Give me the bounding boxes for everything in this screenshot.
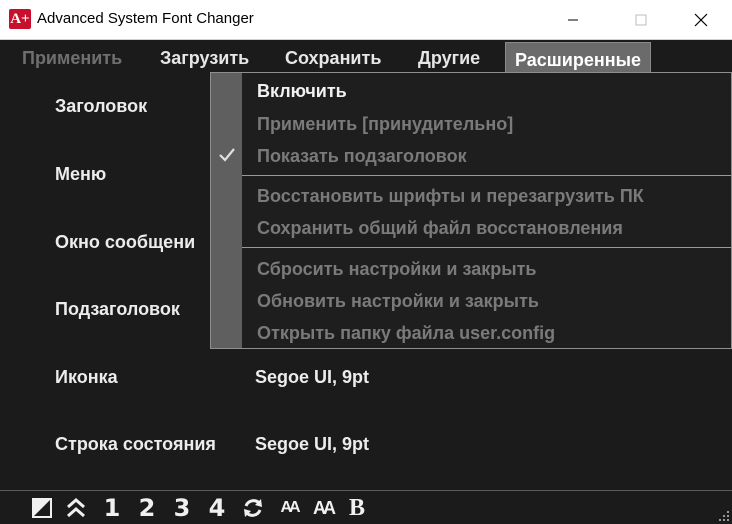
- window-title: Advanced System Font Changer: [37, 10, 254, 27]
- close-button[interactable]: [678, 0, 724, 39]
- menu-other[interactable]: Другие: [418, 40, 480, 72]
- refresh-icon[interactable]: [240, 495, 266, 521]
- dropdown-item-reset-close[interactable]: Сбросить настройки и закрыть: [257, 259, 536, 280]
- preset-4-button[interactable]: 4: [205, 494, 229, 522]
- menu-load[interactable]: Загрузить: [160, 40, 249, 72]
- row-label-message: Окно сообщени: [55, 232, 196, 252]
- dropdown-item-show-subtitle[interactable]: Показать подзаголовок: [257, 146, 467, 167]
- close-icon: [694, 13, 708, 26]
- row-value-icon[interactable]: Segoe UI, 9pt: [255, 367, 369, 388]
- preset-3-button[interactable]: 3: [170, 494, 194, 522]
- row-value-statusbar[interactable]: Segoe UI, 9pt: [255, 434, 369, 455]
- dropdown-separator: [242, 247, 731, 248]
- row-label-menu: Меню: [55, 164, 107, 184]
- app-icon: A+: [9, 9, 31, 29]
- maximize-icon: [635, 14, 647, 25]
- dropdown-gutter: [211, 73, 242, 348]
- dropdown-item-enable[interactable]: Включить: [257, 81, 347, 102]
- dropdown-separator: [242, 175, 731, 176]
- menu-advanced[interactable]: Расширенные: [505, 42, 651, 73]
- checkmark-icon: [219, 148, 235, 162]
- status-bar: 1 2 3 4 AA AA B: [0, 490, 732, 524]
- theme-toggle-icon[interactable]: [31, 495, 53, 521]
- row-label-title: Заголовок: [55, 96, 148, 116]
- dropdown-item-open-config-folder[interactable]: Открыть папку файла user.config: [257, 323, 555, 344]
- font-size-large-icon[interactable]: AA: [310, 495, 336, 521]
- menu-save[interactable]: Сохранить: [285, 40, 381, 72]
- dropdown-item-force-apply[interactable]: Применить [принудительно]: [257, 114, 513, 135]
- menu-bar: Применить Загрузить Сохранить Другие Рас…: [0, 40, 732, 73]
- preset-2-button[interactable]: 2: [135, 494, 159, 522]
- bold-icon[interactable]: B: [344, 495, 370, 521]
- minimize-icon: [568, 19, 578, 20]
- font-size-small-icon[interactable]: AA: [276, 495, 302, 521]
- minimize-button[interactable]: [550, 0, 596, 39]
- preset-1-button[interactable]: 1: [100, 494, 124, 522]
- collapse-up-icon[interactable]: [64, 495, 88, 521]
- dropdown-item-save-restore-file[interactable]: Сохранить общий файл восстановления: [257, 218, 623, 239]
- advanced-dropdown-menu: Включить Применить [принудительно] Показ…: [210, 72, 732, 349]
- row-label-subtitle: Подзаголовок: [55, 299, 180, 319]
- menu-apply[interactable]: Применить: [22, 40, 122, 72]
- maximize-button[interactable]: [618, 0, 664, 39]
- dropdown-item-restore-reboot[interactable]: Восстановить шрифты и перезагрузить ПК: [257, 186, 644, 207]
- row-label-statusbar: Строка состояния: [55, 434, 216, 454]
- row-label-icon: Иконка: [55, 367, 118, 387]
- dropdown-item-update-close[interactable]: Обновить настройки и закрыть: [257, 291, 539, 312]
- resize-grip-icon[interactable]: [718, 510, 730, 522]
- title-bar: A+ Advanced System Font Changer: [0, 0, 732, 40]
